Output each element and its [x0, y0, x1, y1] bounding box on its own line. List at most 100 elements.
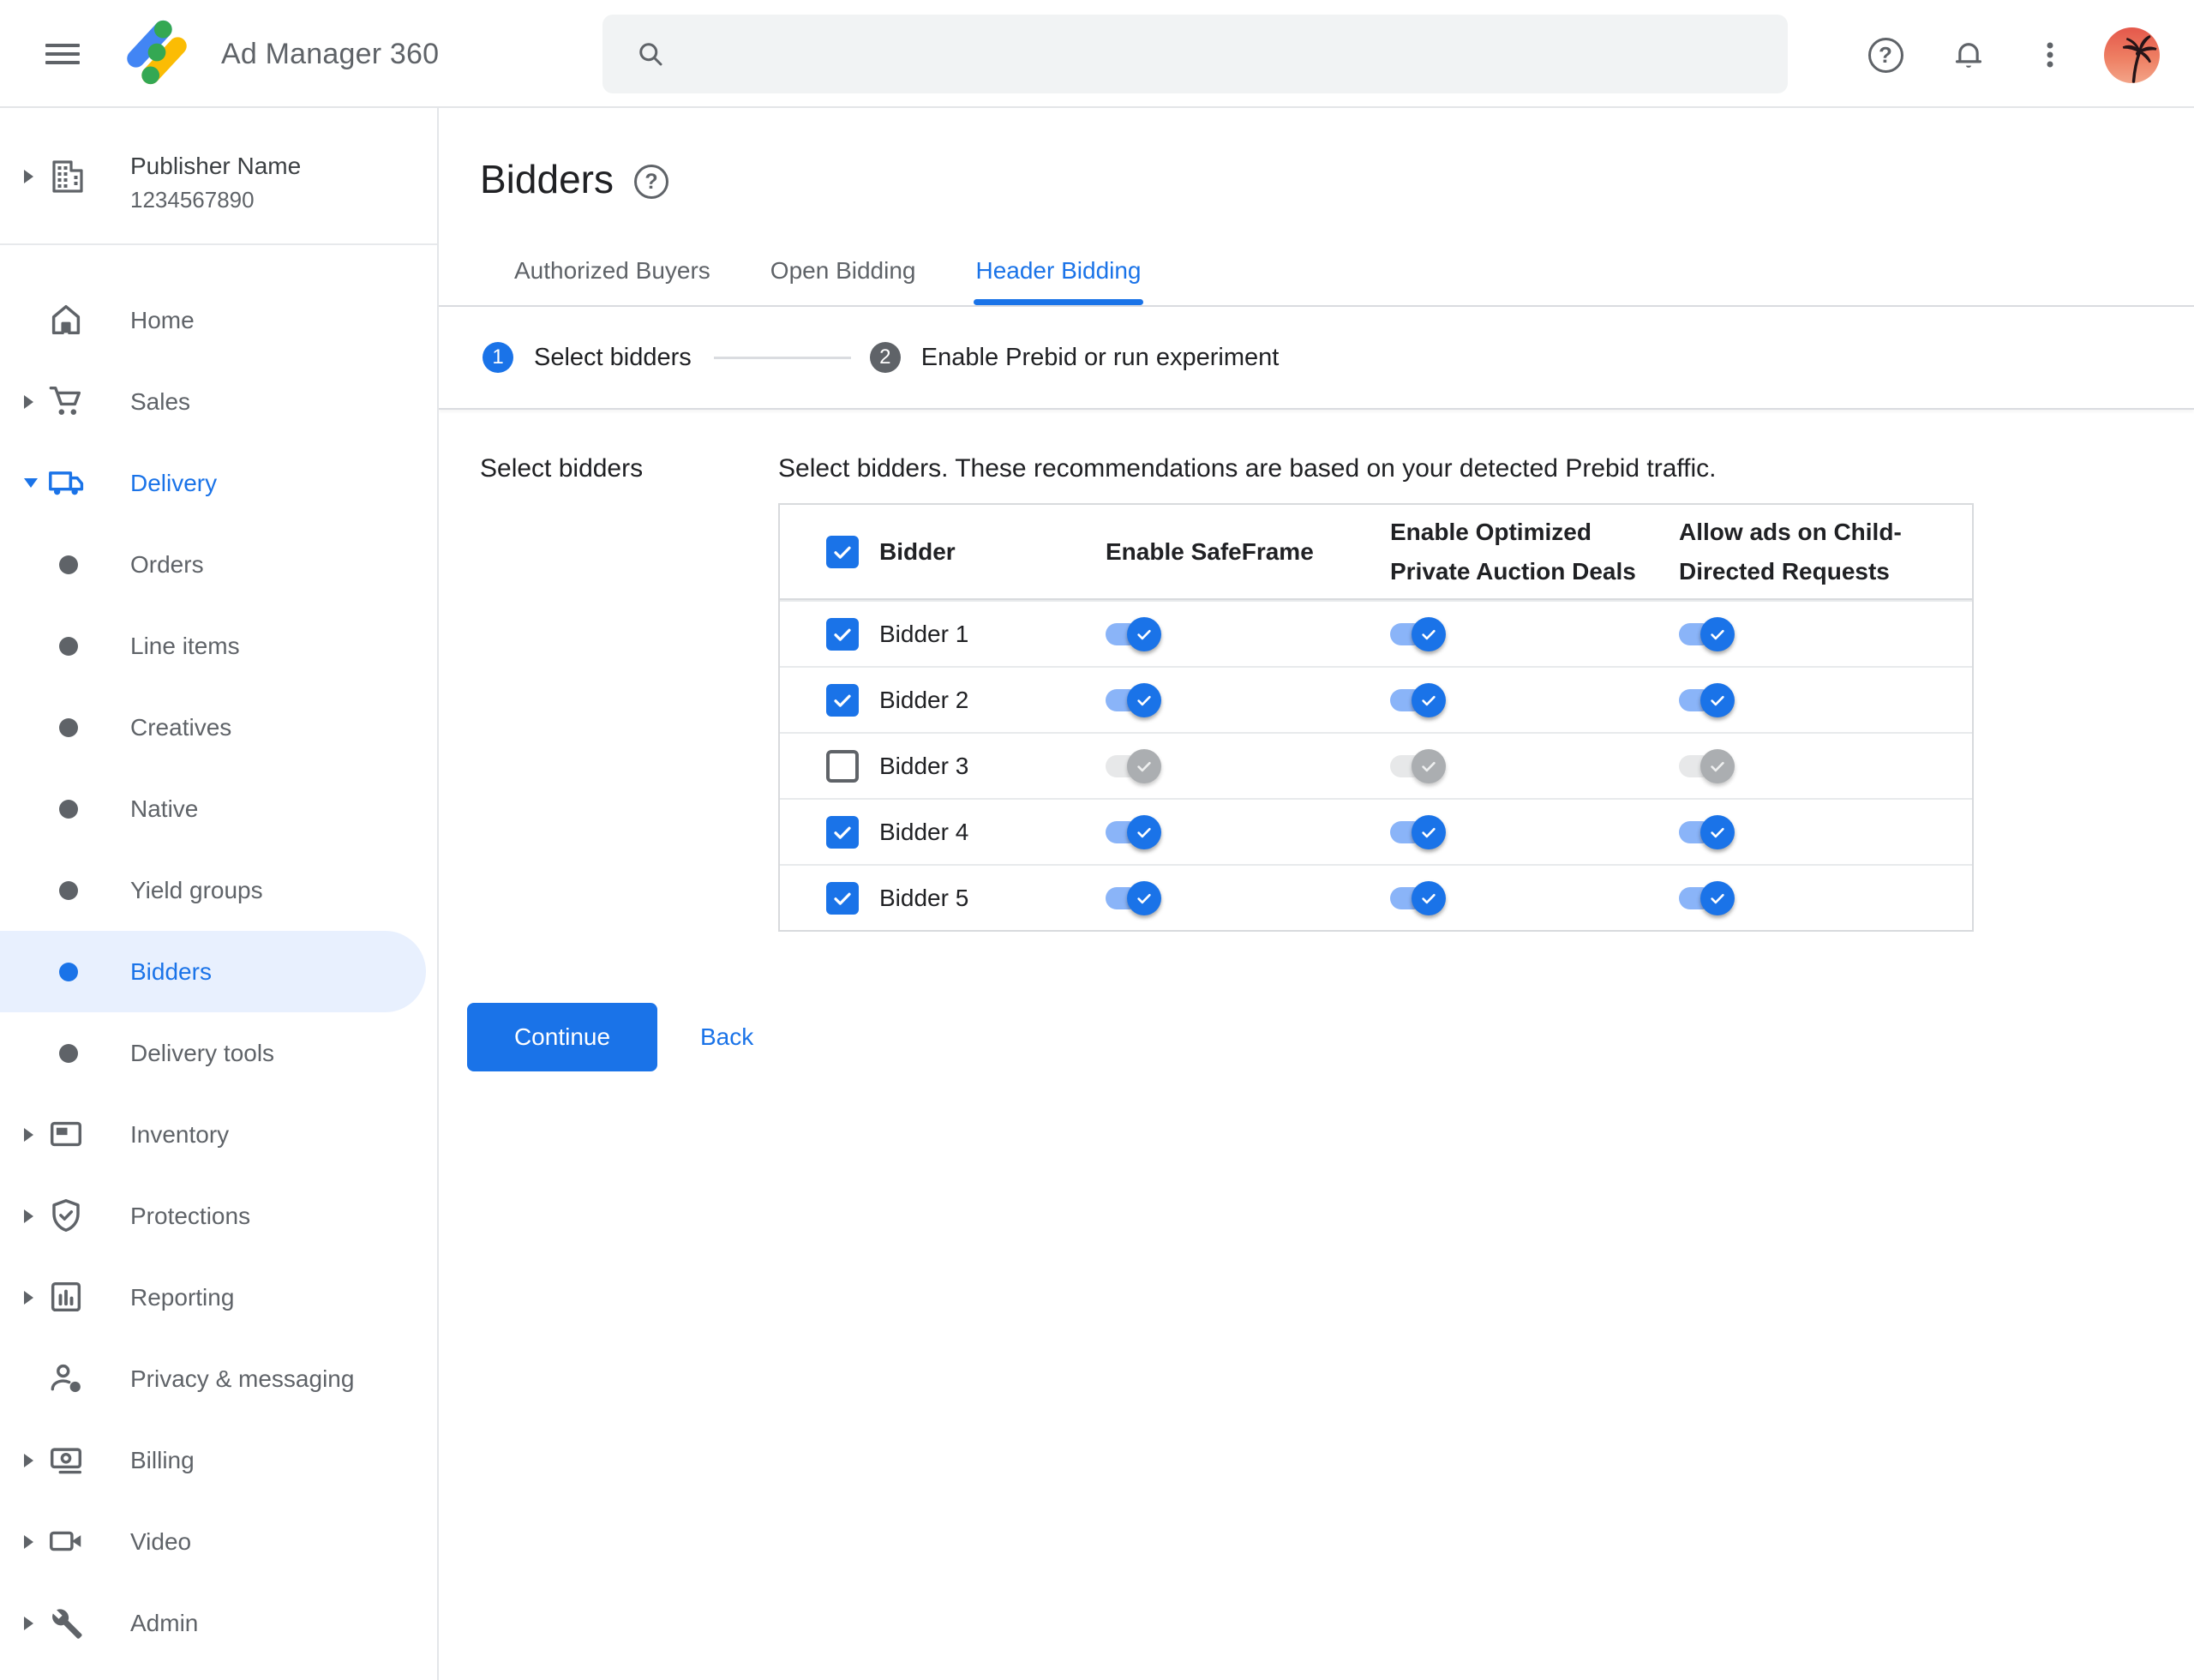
row-checkbox[interactable]	[826, 815, 859, 849]
sidebar-item-delivery[interactable]: Delivery	[0, 442, 437, 524]
tab-authorized-buyers[interactable]: Authorized Buyers	[514, 257, 710, 305]
bullet-icon	[59, 555, 78, 574]
sidebar-item-native[interactable]: Native	[0, 768, 437, 849]
chevron-right-icon	[24, 1291, 33, 1305]
chevron-right-icon	[24, 1209, 33, 1223]
avatar[interactable]	[2104, 27, 2160, 83]
toggle-enable-optimized-private-auction-deals[interactable]	[1390, 748, 1446, 783]
tab-open-bidding[interactable]: Open Bidding	[770, 257, 916, 305]
main-content: Bidders ? Authorized Buyers Open Bidding H…	[439, 108, 2194, 1680]
shield-check-icon	[46, 1196, 86, 1235]
column-header-enable-safeframe: Enable SafeFrame	[1106, 537, 1314, 565]
sidebar-item-protections[interactable]: Protections	[0, 1175, 437, 1257]
continue-button[interactable]: Continue	[467, 1003, 657, 1071]
publisher-selector[interactable]: Publisher Name 1234567890	[0, 108, 437, 245]
select-all-checkbox[interactable]	[826, 535, 859, 568]
bullet-icon	[59, 800, 78, 819]
sidebar-item-creatives[interactable]: Creatives	[0, 687, 437, 768]
bidders-table: Bidder Enable SafeFrame Enable Optimized P…	[778, 503, 1974, 932]
sidebar-item-admin[interactable]: Admin	[0, 1582, 437, 1664]
row-checkbox[interactable]	[826, 749, 859, 783]
bullet-icon	[59, 718, 78, 737]
table-row: Bidder 2	[780, 666, 1972, 732]
sidebar-item-label: Admin	[130, 1609, 199, 1636]
step-2-circle[interactable]: 2	[869, 342, 901, 373]
sidebar-item-label: Billing	[130, 1446, 195, 1473]
bullet-icon	[59, 637, 78, 656]
toggle-allow-ads-child-directed[interactable]	[1679, 682, 1735, 717]
notifications-icon[interactable]	[1950, 36, 1987, 74]
stepper-connector	[713, 356, 851, 359]
payments-icon	[46, 1440, 86, 1479]
toggle-allow-ads-child-directed[interactable]	[1679, 748, 1735, 783]
back-link[interactable]: Back	[700, 1003, 753, 1071]
column-header-allow-ads-child-directed: Allow ads on Child-Directed Requests	[1679, 518, 1902, 585]
bidder-name: Bidder 3	[879, 752, 969, 779]
toggle-enable-optimized-private-auction-deals[interactable]	[1390, 814, 1446, 849]
toggle-allow-ads-child-directed[interactable]	[1679, 616, 1735, 651]
sidebar-item-line-items[interactable]: Line items	[0, 605, 437, 687]
search-input[interactable]	[688, 39, 1788, 69]
sidebar-item-inventory[interactable]: Inventory	[0, 1094, 437, 1175]
toggle-enable-optimized-private-auction-deals[interactable]	[1390, 682, 1446, 717]
videocam-icon	[46, 1521, 86, 1561]
toggle-enable-safeframe[interactable]	[1106, 616, 1161, 651]
sidebar-item-delivery-tools[interactable]: Delivery tools	[0, 1012, 437, 1094]
menu-icon[interactable]	[45, 44, 80, 64]
wrench-icon	[46, 1603, 86, 1642]
column-header-enable-optimized-private-auction-deals: Enable Optimized Private Auction Deals	[1390, 518, 1636, 585]
toggle-allow-ads-child-directed[interactable]	[1679, 880, 1735, 915]
toggle-enable-optimized-private-auction-deals[interactable]	[1390, 880, 1446, 915]
sidebar-item-privacy[interactable]: Privacy & messaging	[0, 1338, 437, 1419]
sidebar-item-sales[interactable]: Sales	[0, 361, 437, 442]
sidebar-item-label: Privacy & messaging	[130, 1365, 355, 1392]
sidebar-item-reporting[interactable]: Reporting	[0, 1257, 437, 1338]
more-vert-icon[interactable]	[2031, 36, 2069, 74]
cart-icon	[46, 381, 86, 421]
ad-unit-icon	[46, 1114, 86, 1154]
toggle-enable-safeframe[interactable]	[1106, 814, 1161, 849]
table-description: Select bidders. These recommendations ar…	[778, 454, 1717, 483]
sidebar-item-orders[interactable]: Orders	[0, 524, 437, 605]
toggle-enable-safeframe[interactable]	[1106, 748, 1161, 783]
sidebar-item-video[interactable]: Video	[0, 1501, 437, 1582]
form-section-label: Select bidders	[480, 454, 644, 483]
table-row: Bidder 3	[780, 732, 1972, 798]
bidder-name: Bidder 2	[879, 686, 969, 713]
table-row: Bidder 1	[780, 600, 1972, 666]
table-row: Bidder 4	[780, 798, 1972, 864]
row-checkbox[interactable]	[826, 881, 859, 915]
sidebar-item-label: Creatives	[130, 713, 232, 741]
tab-bar: Authorized Buyers Open Bidding Header Bidd…	[514, 245, 1143, 305]
page-title: Bidders	[480, 157, 614, 201]
help-icon[interactable]: ?	[1867, 36, 1904, 74]
row-checkbox[interactable]	[826, 683, 859, 717]
search-icon	[639, 43, 662, 66]
chevron-right-icon	[24, 1617, 33, 1630]
sidebar-item-label: Sales	[130, 387, 191, 415]
bar-chart-icon	[46, 1277, 86, 1317]
toggle-allow-ads-child-directed[interactable]	[1679, 814, 1735, 849]
chevron-right-icon	[24, 1535, 33, 1549]
bullet-icon	[59, 1044, 78, 1063]
sidebar: Publisher Name 1234567890 Home Sales Deliv…	[0, 108, 439, 1680]
page-help-icon[interactable]: ?	[634, 165, 668, 199]
toggle-enable-safeframe[interactable]	[1106, 880, 1161, 915]
truck-icon	[46, 463, 86, 502]
sidebar-item-label: Line items	[130, 632, 240, 659]
sidebar-item-yield-groups[interactable]: Yield groups	[0, 849, 437, 931]
sidebar-item-label: Bidders	[130, 957, 212, 985]
toggle-enable-optimized-private-auction-deals[interactable]	[1390, 616, 1446, 651]
person-badge-icon	[46, 1359, 86, 1398]
sidebar-item-bidders[interactable]: Bidders	[0, 931, 437, 1012]
chevron-right-icon	[24, 1454, 33, 1467]
tab-header-bidding[interactable]: Header Bidding	[974, 257, 1143, 305]
bidder-name: Bidder 5	[879, 884, 969, 911]
sidebar-item-billing[interactable]: Billing	[0, 1419, 437, 1501]
step-1-circle[interactable]: 1	[483, 342, 513, 373]
search-bar[interactable]	[602, 15, 1788, 93]
toggle-enable-safeframe[interactable]	[1106, 682, 1161, 717]
sidebar-item-label: Home	[130, 306, 195, 333]
sidebar-item-home[interactable]: Home	[0, 279, 437, 361]
row-checkbox[interactable]	[826, 617, 859, 651]
